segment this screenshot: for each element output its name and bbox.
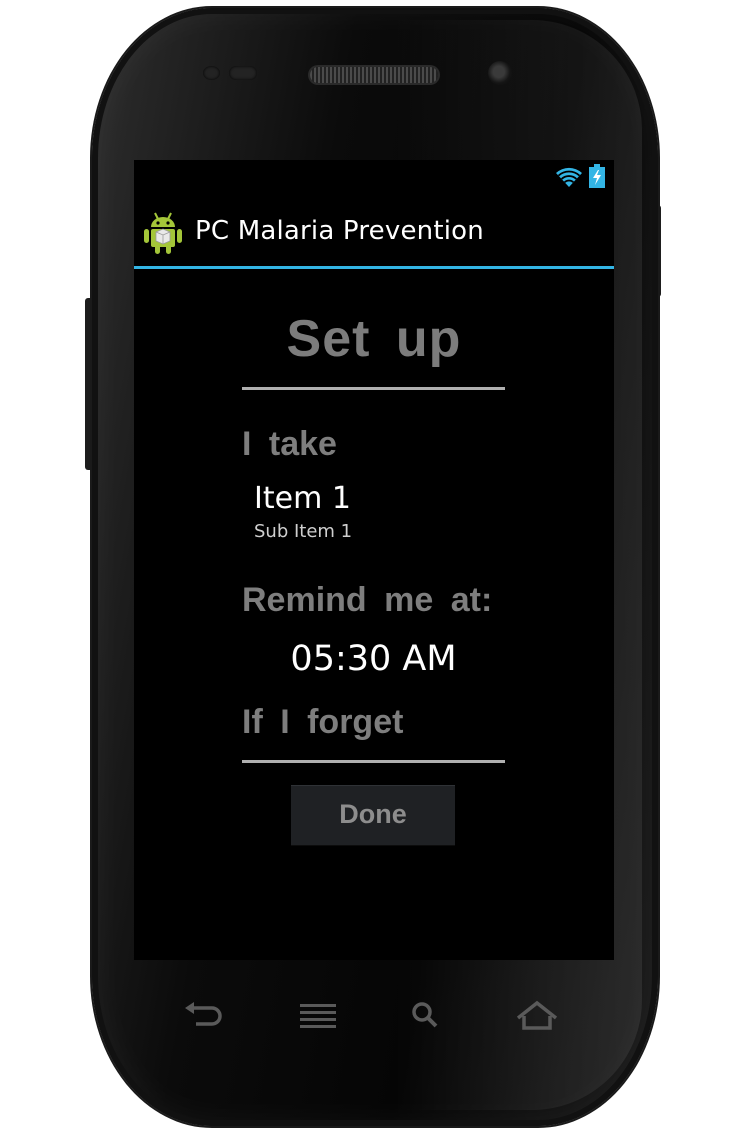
earpiece-speaker	[310, 67, 438, 83]
status-bar	[134, 160, 614, 198]
action-bar: PC Malaria Prevention	[134, 198, 614, 269]
done-button-label: Done	[339, 799, 407, 829]
page-title: Set up	[286, 310, 462, 368]
battery-charging-icon	[589, 164, 605, 188]
menu-icon[interactable]	[296, 998, 342, 1034]
medication-title: Item 1	[254, 481, 351, 516]
android-app-icon[interactable]	[142, 210, 184, 256]
setup-form: Set up I take Item 1 Sub Item 1 Remind m…	[134, 269, 614, 960]
back-icon[interactable]	[182, 998, 228, 1034]
take-label: I take	[242, 425, 337, 463]
forget-divider	[242, 760, 505, 763]
device-screen: PC Malaria Prevention Set up I take Item…	[134, 160, 614, 960]
medication-item[interactable]: Item 1 Sub Item 1	[254, 479, 494, 549]
search-icon[interactable]	[404, 998, 450, 1034]
title-divider	[242, 387, 505, 390]
front-camera	[488, 61, 512, 85]
light-sensor	[229, 66, 257, 80]
medication-subtitle: Sub Item 1	[254, 521, 353, 542]
reminder-time-picker[interactable]: 05:30 AM	[242, 639, 505, 679]
done-button[interactable]: Done	[291, 785, 455, 845]
proximity-sensor	[203, 66, 220, 80]
home-icon[interactable]	[514, 998, 560, 1034]
wifi-icon	[556, 167, 582, 187]
app-title: PC Malaria Prevention	[195, 216, 484, 246]
remind-label: Remind me at:	[242, 581, 493, 619]
navigation-keys	[134, 990, 614, 1050]
forget-label: If I forget	[242, 703, 404, 741]
